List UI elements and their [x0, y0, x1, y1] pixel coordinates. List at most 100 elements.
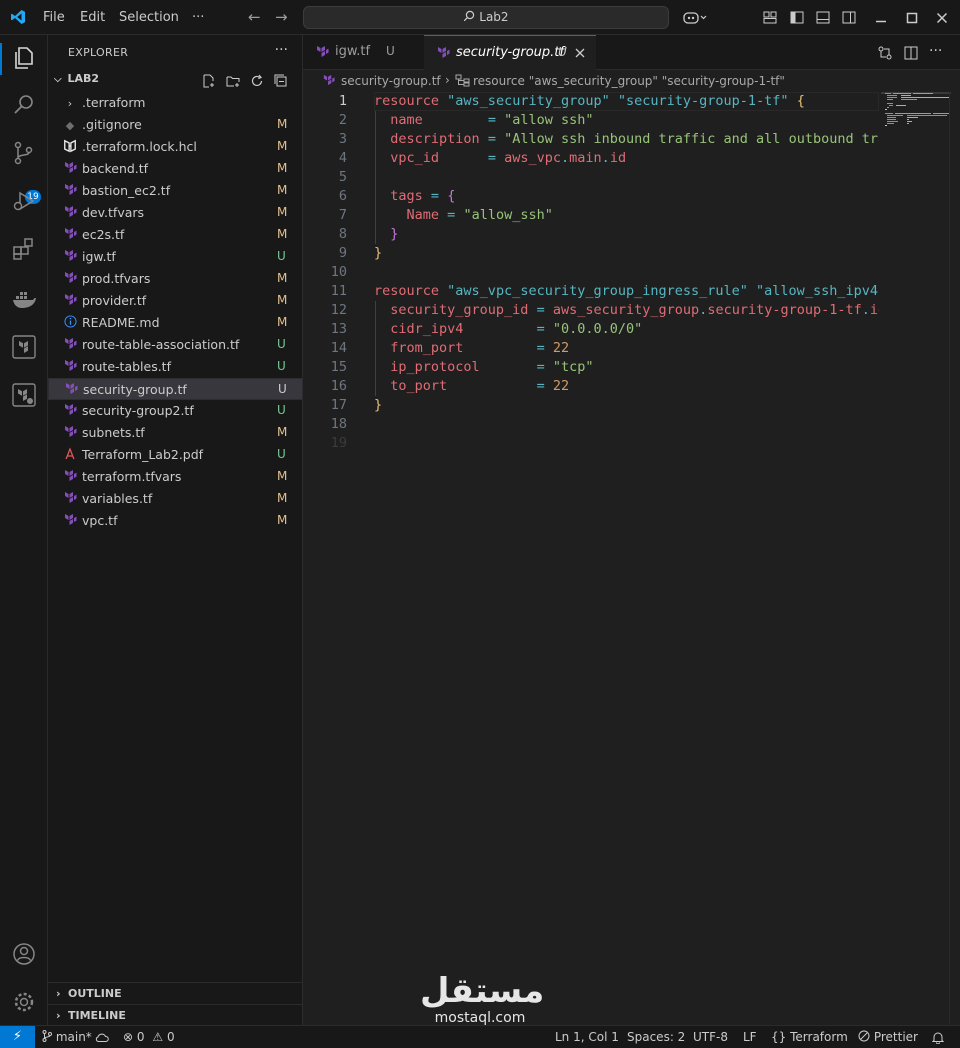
file-item[interactable]: Terraform_Lab2.pdf U	[48, 444, 303, 466]
maximize-icon[interactable]	[906, 12, 918, 24]
file-item[interactable]: provider.tf M	[48, 290, 303, 312]
code-line-8: }	[390, 226, 399, 242]
tab-status: U	[558, 45, 567, 59]
remote-indicator-icon[interactable]: ⚡	[0, 1026, 35, 1048]
file-name: .terraform	[82, 95, 146, 110]
menu-more[interactable]: ···	[192, 10, 204, 25]
menu-selection[interactable]: Selection	[119, 10, 179, 25]
terraform-icon[interactable]	[10, 333, 38, 361]
code-line-4: vpc_id = aws_vpc.main.id	[390, 150, 627, 166]
layout-customize-icon[interactable]	[763, 11, 777, 24]
file-item[interactable]: terraform.tfvars M	[48, 466, 303, 488]
close-window-icon[interactable]	[936, 12, 948, 24]
command-center-search[interactable]: Lab2	[303, 6, 669, 29]
menu-file[interactable]: File	[43, 10, 65, 25]
workspace-root[interactable]: ⌵ LAB2	[54, 72, 99, 85]
run-debug-icon[interactable]	[10, 187, 38, 215]
outline-section[interactable]: › OUTLINE	[48, 982, 303, 1004]
tab-security-group[interactable]: security-group.tf U	[424, 35, 596, 70]
accounts-icon[interactable]	[10, 940, 38, 968]
file-item[interactable]: › .terraform	[48, 92, 303, 114]
terraform-file-icon	[62, 469, 78, 485]
encoding-status[interactable]: UTF-8	[693, 1030, 728, 1044]
cursor-position[interactable]: Ln 1, Col 1	[555, 1030, 619, 1044]
file-name: bastion_ec2.tf	[82, 183, 171, 198]
menu-edit[interactable]: Edit	[80, 10, 105, 25]
file-name: vpc.tf	[82, 513, 118, 528]
docker-icon[interactable]	[10, 285, 38, 313]
terraform-cloud-icon[interactable]	[10, 381, 38, 409]
refresh-icon[interactable]	[250, 74, 264, 88]
extensions-icon[interactable]	[10, 235, 38, 263]
editor-more-actions-icon[interactable]: ···	[929, 43, 942, 59]
chevron-right-icon: ›	[56, 987, 61, 1000]
explorer-more-actions-icon[interactable]: ···	[275, 42, 288, 58]
file-item[interactable]: README.md M	[48, 312, 303, 334]
git-status-badge: M	[277, 491, 288, 505]
source-control-icon[interactable]	[10, 139, 38, 167]
copilot-icon[interactable]	[683, 10, 707, 25]
branch-status[interactable]: main*	[42, 1030, 92, 1044]
prettier-check-icon	[858, 1030, 870, 1042]
settings-gear-icon[interactable]	[10, 988, 38, 1016]
terraform-file-icon	[62, 337, 78, 353]
file-item[interactable]: security-group2.tf U	[48, 400, 303, 422]
new-file-icon[interactable]	[202, 74, 216, 88]
file-item[interactable]: route-table-association.tf U	[48, 334, 303, 356]
file-item[interactable]: dev.tfvars M	[48, 202, 303, 224]
breadcrumb-symbol[interactable]: resource "aws_security_group" "security-…	[473, 74, 785, 88]
file-item[interactable]: bastion_ec2.tf M	[48, 180, 303, 202]
code-editor[interactable]: 1 2 3 4 5 6 7 8 9 10 11 12 13 14 15 16 17 18 19 resource "…	[303, 92, 960, 1025]
file-name: dev.tfvars	[82, 205, 145, 220]
close-tab-icon[interactable]	[575, 48, 585, 58]
git-branch-icon	[42, 1030, 52, 1042]
file-item[interactable]: ec2s.tf M	[48, 224, 303, 246]
file-item[interactable]: prod.tfvars M	[48, 268, 303, 290]
tab-igw[interactable]: igw.tf U	[303, 35, 423, 70]
file-item[interactable]: subnets.tf M	[48, 422, 303, 444]
collapse-all-icon[interactable]	[274, 74, 288, 88]
prettier-status[interactable]: Prettier	[858, 1030, 918, 1044]
back-arrow-icon[interactable]: ←	[248, 8, 261, 26]
search-view-icon[interactable]	[10, 91, 38, 119]
terraform-file-icon	[62, 227, 78, 243]
file-name: variables.tf	[82, 491, 153, 506]
compare-changes-icon[interactable]	[878, 46, 892, 60]
explorer-icon[interactable]	[10, 43, 38, 71]
notifications-bell-icon[interactable]	[932, 1031, 944, 1044]
activity-bar: 19	[0, 35, 48, 1025]
toggle-primary-sidebar-icon[interactable]	[790, 11, 804, 24]
new-folder-icon[interactable]	[226, 74, 241, 88]
language-mode[interactable]: {} Terraform	[771, 1030, 848, 1044]
file-item[interactable]: security-group.tf U	[48, 378, 303, 400]
file-item[interactable]: vpc.tf M	[48, 510, 303, 532]
warnings-count: 0	[166, 1030, 175, 1044]
indentation-status[interactable]: Spaces: 2	[627, 1030, 685, 1044]
file-item[interactable]: backend.tf M	[48, 158, 303, 180]
toggle-secondary-sidebar-icon[interactable]	[842, 11, 856, 24]
terraform-file-icon	[63, 382, 79, 398]
eol-status[interactable]: LF	[743, 1030, 757, 1044]
explorer-title: EXPLORER	[68, 46, 129, 59]
minimap[interactable]	[881, 92, 951, 152]
forward-arrow-icon[interactable]: →	[275, 8, 288, 26]
toggle-panel-icon[interactable]	[816, 11, 830, 24]
file-item[interactable]: route-tables.tf U	[48, 356, 303, 378]
file-item[interactable]: variables.tf M	[48, 488, 303, 510]
problems-status[interactable]: ⊗ 0 ⚠ 0	[123, 1030, 175, 1044]
file-item[interactable]: .terraform.lock.hcl M	[48, 136, 303, 158]
file-name: README.md	[82, 315, 160, 330]
minimize-icon[interactable]	[875, 12, 887, 24]
scrollbar-track[interactable]	[949, 92, 950, 1025]
breadcrumb-file[interactable]: security-group.tf	[341, 74, 441, 88]
code-line-14: from_port = 22	[390, 340, 570, 356]
git-status-badge: U	[278, 382, 287, 396]
split-editor-icon[interactable]	[904, 46, 918, 60]
timeline-section[interactable]: › TIMELINE	[48, 1004, 303, 1026]
git-status-badge: M	[277, 315, 288, 329]
tab-label: security-group.tf	[456, 45, 564, 60]
terraform-file-icon	[62, 359, 78, 375]
sync-cloud-icon[interactable]	[95, 1032, 109, 1043]
file-item[interactable]: ◆ .gitignore M	[48, 114, 303, 136]
file-item[interactable]: igw.tf U	[48, 246, 303, 268]
